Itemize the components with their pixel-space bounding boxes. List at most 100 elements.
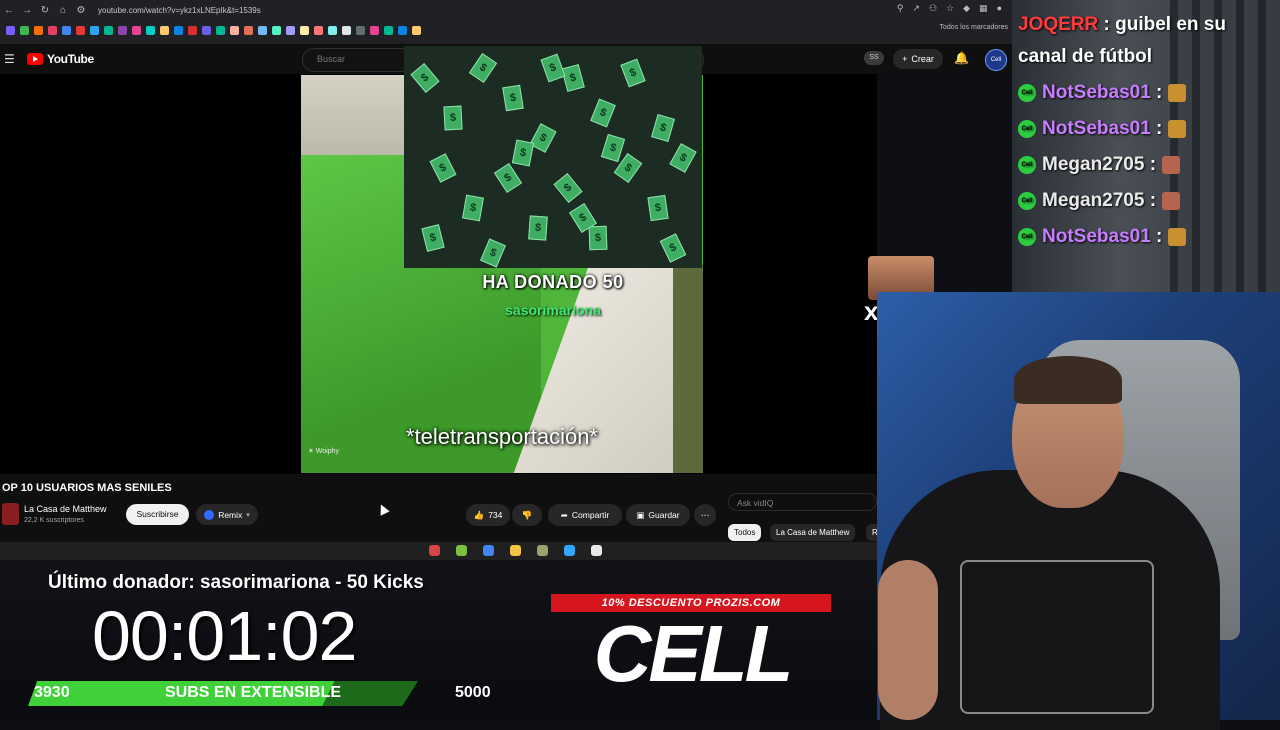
bookmark-favicon-icon[interactable] [398, 25, 407, 35]
search-placeholder: Buscar [317, 54, 346, 64]
share-button[interactable]: ➦ Compartir [548, 504, 622, 526]
money-bill-icon: $ [429, 153, 457, 183]
zoom-icon[interactable]: ⚲ [897, 3, 904, 14]
create-button[interactable]: + Crear [893, 49, 943, 69]
dislike-button[interactable]: 👎 [512, 504, 542, 526]
taskbar-app-icon[interactable] [456, 545, 467, 556]
money-bill-icon: $ [600, 133, 626, 163]
chat-message: Cell NotSebas01 : [1018, 82, 1187, 104]
chat-emote-icon [1168, 119, 1187, 138]
browser-chrome: ← → ↻ ⌂ ⚙ youtube.com/watch?v=ykz1xLNEpI… [0, 0, 1012, 44]
bookmark-favicon-icon[interactable] [258, 25, 267, 35]
taskbar-app-icon[interactable] [591, 545, 602, 556]
more-actions-button[interactable]: ⋯ [694, 504, 716, 526]
taskbar-app-icon[interactable] [429, 545, 440, 556]
chat-background-bars [1170, 0, 1280, 300]
chevron-down-icon: ▾ [246, 511, 250, 519]
bookmark-favicon-icon[interactable] [34, 25, 43, 35]
url-text[interactable]: youtube.com/watch?v=ykz1xLNEpIk&t=1539s [98, 6, 261, 15]
bookmark-favicon-icon[interactable] [202, 25, 211, 35]
taskbar-app-icon[interactable] [510, 545, 521, 556]
chip-channel[interactable]: La Casa de Matthew [770, 524, 856, 541]
bookmark-favicon-icon[interactable] [216, 25, 225, 35]
taskbar-app-icon[interactable] [537, 545, 548, 556]
youtube-logo-text: YouTube [47, 52, 94, 66]
chat-message: Cell NotSebas01 : [1018, 118, 1187, 140]
bookmark-favicon-icon[interactable] [356, 25, 365, 35]
bookmark-favicon-icon[interactable] [272, 25, 281, 35]
youtube-logo[interactable]: YouTube [27, 52, 94, 66]
bookmark-favicon-icon[interactable] [342, 25, 351, 35]
account-avatar[interactable]: Cell [985, 49, 1007, 71]
bookmark-star-icon[interactable]: ☆ [946, 3, 954, 14]
remix-button[interactable]: Remix ▾ [196, 504, 258, 525]
subs-label: SUBS EN EXTENSIBLE [165, 684, 342, 701]
bookmark-favicon-icon[interactable] [90, 25, 99, 35]
profile-icon[interactable]: ● [997, 3, 1002, 14]
bookmark-favicon-icon[interactable] [286, 25, 295, 35]
last-donor-text: Último donador: sasorimariona - 50 Kicks [48, 572, 424, 593]
chip-all[interactable]: Todos [728, 524, 762, 541]
bookmark-favicon-icon[interactable] [244, 25, 253, 35]
donation-alert-user: sasorimariona [505, 302, 601, 318]
save-label: Guardar [648, 510, 680, 520]
translate-icon[interactable]: ⚇ [929, 3, 937, 14]
ss-badge[interactable]: SS [864, 51, 884, 65]
taskbar-app-icon[interactable] [564, 545, 575, 556]
chat-text-continued: canal de fútbol [1018, 46, 1153, 67]
bookmark-favicon-icon[interactable] [146, 25, 155, 35]
chat-emote-icon [1162, 155, 1181, 174]
reload-icon[interactable]: ↻ [36, 1, 54, 19]
back-icon[interactable]: ← [0, 1, 18, 19]
bookmark-favicon-icon[interactable] [328, 25, 337, 35]
chat-message: Cell Megan2705 : [1018, 190, 1181, 212]
bookmark-favicon-icon[interactable] [174, 25, 183, 35]
save-button[interactable]: ▣ Guardar [626, 504, 690, 526]
chat-emote-icon [1162, 191, 1181, 210]
chat-username: NotSebas01 [1042, 82, 1151, 103]
donation-alert-image: $ $ $ $ $ $ $ $ $ $ $ $ $ $ $ $ $ $ $ $ $ $ $ $ $ [404, 46, 702, 268]
money-bill-icon: $ [540, 53, 566, 83]
bookmark-favicon-icon[interactable] [370, 25, 379, 35]
bookmark-favicon-icon[interactable] [230, 25, 239, 35]
chat-message: Cell Megan2705 : [1018, 154, 1181, 176]
bookmark-favicon-icon[interactable] [48, 25, 57, 35]
money-bill-icon: $ [493, 163, 523, 193]
like-button[interactable]: 👍 734 [466, 504, 510, 526]
subscribe-button[interactable]: Suscribirse [126, 504, 189, 525]
bookmark-favicon-icon[interactable] [6, 25, 15, 35]
address-bar-actions: ⚲ ↗ ⚇ ☆ ◆ ▦ ● [897, 3, 1002, 14]
bookmark-favicon-icon[interactable] [160, 25, 169, 35]
site-info-icon[interactable]: ⚙ [72, 1, 90, 19]
share-icon[interactable]: ↗ [912, 3, 920, 14]
chat-username: NotSebas01 [1042, 226, 1151, 247]
notifications-bell-icon[interactable]: 🔔 [954, 51, 969, 65]
extension-icon[interactable]: ◆ [963, 3, 970, 14]
webcam-streamer-arm [878, 560, 938, 720]
channel-avatar[interactable] [2, 503, 19, 525]
menu-icon[interactable]: ☰ [4, 52, 15, 66]
puzzle-icon[interactable]: ▦ [979, 3, 988, 14]
bookmark-favicon-icon[interactable] [132, 25, 141, 35]
bookmark-favicon-icon[interactable] [314, 25, 323, 35]
ask-vidiq-input[interactable]: Ask vidIQ [728, 493, 877, 511]
bookmark-favicon-icon[interactable] [20, 25, 29, 35]
channel-name[interactable]: La Casa de Matthew [24, 504, 107, 514]
bookmark-favicon-icon[interactable] [412, 25, 421, 35]
chat-username: Megan2705 [1042, 190, 1145, 211]
bookmark-favicon-icon[interactable] [118, 25, 127, 35]
thumbs-down-icon: 👎 [521, 509, 533, 520]
bookmark-favicon-icon[interactable] [384, 25, 393, 35]
bookmark-favicon-icon[interactable] [104, 25, 113, 35]
forward-icon[interactable]: → [18, 1, 36, 19]
vidiq-icon [204, 509, 215, 520]
taskbar-app-icon[interactable] [483, 545, 494, 556]
bookmark-favicon-icon[interactable] [76, 25, 85, 35]
money-bill-icon: $ [410, 63, 440, 93]
bookmarks-folder[interactable]: Todos los marcadores [940, 24, 1008, 31]
bookmark-favicon-icon[interactable] [62, 25, 71, 35]
bookmark-favicon-icon[interactable] [300, 25, 309, 35]
bookmark-favicon-icon[interactable] [188, 25, 197, 35]
donation-alert-title: HA DONADO 50 [482, 272, 624, 292]
home-icon[interactable]: ⌂ [54, 1, 72, 19]
